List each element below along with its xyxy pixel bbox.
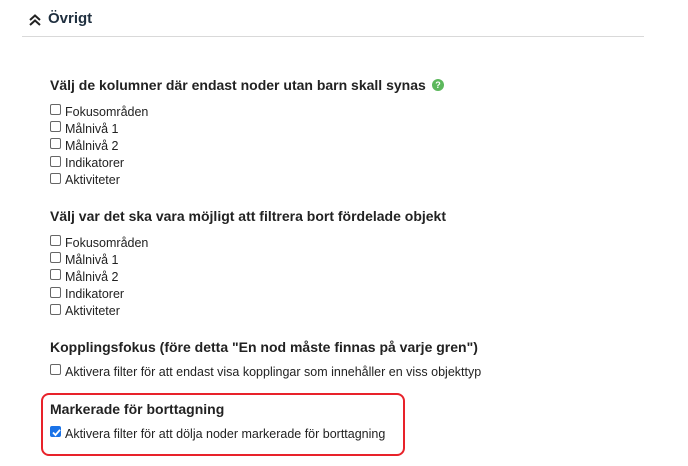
group-filter-distributed-title: Välj var det ska vara möjligt att filtre… [50,208,447,224]
settings-page: Övrigt Välj de kolumner där endast noder… [0,0,688,466]
checkbox[interactable] [50,172,61,184]
leaf-option-aktiviteter[interactable]: Aktiviteter [50,172,444,189]
checkbox[interactable] [50,235,61,247]
group-leaf-columns-title: Välj de kolumner där endast noder utan b… [50,77,426,93]
checkbox[interactable] [50,252,61,264]
filter-option-indikatorer[interactable]: Indikatorer [50,286,446,303]
double-chevron-up-icon[interactable] [26,12,44,28]
filter-option-malniva-1[interactable]: Målnivå 1 [50,251,446,268]
checkbox[interactable] [50,104,61,116]
leaf-option-indikatorer[interactable]: Indikatorer [50,155,444,172]
group-marked-for-deletion: Markerade för borttagning Aktivera filte… [50,399,385,442]
svg-text:?: ? [435,80,441,90]
group-coupling-focus-title: Kopplingsfokus (före detta "En nod måste… [50,339,478,355]
help-icon[interactable]: ? [431,79,444,91]
checkbox[interactable] [50,303,61,315]
section-title: Övrigt [48,10,93,27]
group-marked-for-deletion-title: Markerade för borttagning [50,401,225,417]
checkbox-checked[interactable] [50,426,61,438]
leaf-option-malniva-2[interactable]: Målnivå 2 [50,137,444,154]
deletion-filter-option[interactable]: Aktivera filter för att dölja noder mark… [50,425,385,442]
section-header-ovrigt[interactable]: Övrigt [22,8,644,37]
filter-option-fokusomraden[interactable]: Fokusområden [50,234,446,251]
checkbox[interactable] [50,364,61,376]
filter-option-malniva-2[interactable]: Målnivå 2 [50,268,446,285]
filter-option-aktiviteter[interactable]: Aktiviteter [50,303,446,320]
checkbox[interactable] [50,269,61,281]
coupling-filter-option[interactable]: Aktivera filter för att endast visa kopp… [50,363,481,380]
checkbox[interactable] [50,286,61,298]
group-leaf-columns: Välj de kolumner där endast noder utan b… [50,75,444,189]
checkbox[interactable] [50,155,61,167]
checkbox[interactable] [50,138,61,150]
group-coupling-focus: Kopplingsfokus (före detta "En nod måste… [50,337,481,380]
group-filter-distributed: Välj var det ska vara möjligt att filtre… [50,206,446,320]
leaf-option-fokusomraden[interactable]: Fokusområden [50,103,444,120]
check-icon [52,429,61,437]
checkbox[interactable] [50,121,61,133]
leaf-option-malniva-1[interactable]: Målnivå 1 [50,120,444,137]
